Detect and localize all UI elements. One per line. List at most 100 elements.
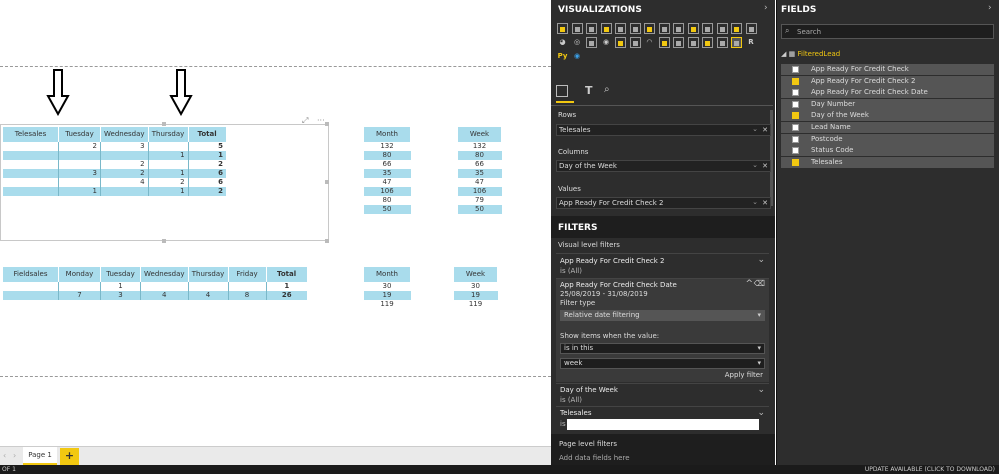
dropdown-icon[interactable]: ⌄ bbox=[752, 160, 758, 170]
field-checkbox[interactable] bbox=[792, 112, 799, 120]
map-icon[interactable]: ◉ bbox=[601, 37, 612, 48]
table-cell[interactable]: 1 bbox=[265, 282, 308, 291]
table-cell[interactable] bbox=[147, 142, 189, 151]
slicer-icon[interactable] bbox=[702, 37, 713, 48]
field-checkbox[interactable] bbox=[792, 158, 799, 166]
remove-field-icon[interactable]: ✕ bbox=[762, 198, 768, 208]
table-cell[interactable] bbox=[227, 282, 267, 291]
table-cell[interactable]: 50 bbox=[457, 205, 502, 214]
table-cell[interactable] bbox=[100, 151, 149, 160]
table-cell[interactable]: 66 bbox=[457, 160, 502, 169]
dropdown-icon[interactable]: ⌄ bbox=[752, 124, 758, 134]
filter-card-telesales[interactable]: Telesales is ⌄ bbox=[556, 406, 769, 430]
expand-chevron-icon[interactable]: ⌄ bbox=[757, 408, 765, 418]
field-item[interactable]: Telesales bbox=[781, 156, 994, 168]
table-visual-icon[interactable] bbox=[716, 37, 728, 48]
table-cell[interactable] bbox=[2, 142, 59, 151]
table-cell[interactable]: 2 bbox=[147, 178, 189, 187]
line-clustered-chart-icon[interactable] bbox=[702, 23, 713, 34]
table-cell[interactable]: 3 bbox=[58, 169, 101, 178]
week-header[interactable]: Week bbox=[457, 127, 502, 142]
stacked-area-chart-icon[interactable] bbox=[673, 23, 684, 34]
matrix-header-cell[interactable]: Friday bbox=[227, 267, 267, 282]
filled-map-icon[interactable] bbox=[615, 37, 626, 48]
globe-icon[interactable]: ◉ bbox=[572, 51, 583, 62]
collapse-chevron-icon[interactable]: ^ bbox=[745, 279, 753, 289]
donut-chart-icon[interactable]: ◎ bbox=[572, 37, 583, 48]
stacked-bar-chart-icon[interactable] bbox=[557, 23, 568, 34]
focus-mode-icon[interactable]: ⤢ bbox=[302, 116, 308, 126]
clear-filter-icon[interactable]: ⌫ bbox=[754, 279, 765, 288]
table-cell[interactable]: 1 bbox=[100, 282, 141, 291]
area-chart-icon[interactable] bbox=[658, 23, 670, 34]
gauge-icon[interactable]: ◠ bbox=[644, 37, 655, 48]
relative-unit-select[interactable]: week ▾ bbox=[560, 358, 765, 369]
format-paint-roller-icon[interactable]: T bbox=[585, 84, 593, 97]
table-cell[interactable]: 47 bbox=[457, 178, 502, 187]
resize-handle-top-right[interactable] bbox=[325, 122, 329, 126]
month-header[interactable]: Month bbox=[363, 127, 411, 142]
tab-page-1[interactable]: Page 1 bbox=[23, 447, 57, 465]
table-cell[interactable] bbox=[140, 282, 189, 291]
table-cell[interactable]: 26 bbox=[265, 291, 308, 300]
table-cell[interactable]: 2 bbox=[187, 187, 227, 196]
table-cell[interactable]: 4 bbox=[187, 291, 229, 300]
pie-chart-icon[interactable]: ◕ bbox=[557, 37, 568, 48]
week-header[interactable]: Week bbox=[453, 267, 498, 282]
table-cell[interactable]: 1 bbox=[187, 151, 227, 160]
field-checkbox[interactable] bbox=[792, 124, 799, 131]
python-visual-icon[interactable]: Py bbox=[557, 51, 568, 62]
table-cell[interactable]: 119 bbox=[363, 300, 411, 309]
clustered-bar-chart-icon[interactable] bbox=[586, 23, 597, 34]
table-cell[interactable]: 3 bbox=[100, 142, 149, 151]
table-cell[interactable]: 1 bbox=[58, 187, 101, 196]
apply-filter-button[interactable]: Apply filter bbox=[725, 371, 763, 379]
table-cell[interactable] bbox=[2, 160, 59, 169]
matrix-header-cell[interactable]: Tuesday bbox=[100, 267, 141, 282]
table-cell[interactable] bbox=[58, 178, 101, 187]
table-cell[interactable]: 106 bbox=[457, 187, 502, 196]
table-cell[interactable]: 6 bbox=[187, 169, 227, 178]
table-cell[interactable]: 66 bbox=[363, 160, 411, 169]
matrix-header-cell[interactable]: Total bbox=[187, 127, 227, 142]
line-chart-icon[interactable] bbox=[644, 23, 655, 34]
update-available-link[interactable]: UPDATE AVAILABLE (CLICK TO DOWNLOAD) bbox=[865, 465, 995, 474]
add-data-fields-dropzone[interactable]: Add data fields here bbox=[559, 454, 630, 462]
matrix-header-cell[interactable]: Total bbox=[265, 267, 308, 282]
table-cell[interactable]: 79 bbox=[457, 196, 502, 205]
table-cell[interactable]: 47 bbox=[363, 178, 411, 187]
remove-field-icon[interactable]: ✕ bbox=[762, 125, 768, 135]
table-cell[interactable]: 6 bbox=[187, 178, 227, 187]
100-column-chart-icon[interactable] bbox=[629, 23, 641, 34]
table-cell[interactable] bbox=[58, 282, 101, 291]
table-cell[interactable]: 2 bbox=[187, 160, 227, 169]
table-cell[interactable] bbox=[58, 151, 101, 160]
remove-field-icon[interactable]: ✕ bbox=[762, 161, 768, 171]
matrix-header-cell[interactable]: Wednesday bbox=[140, 267, 189, 282]
table-cell[interactable]: 7 bbox=[58, 291, 101, 300]
tab-scroll-left-icon[interactable]: ‹ bbox=[3, 451, 6, 460]
table-cell[interactable] bbox=[100, 187, 149, 196]
table-cell[interactable]: 1 bbox=[147, 187, 189, 196]
field-item[interactable]: Status Code bbox=[781, 145, 994, 157]
table-cell[interactable]: 2 bbox=[58, 142, 101, 151]
columns-well[interactable]: Day of the Week ⌄ ✕ bbox=[556, 160, 771, 172]
collapse-visualizations-icon[interactable]: › bbox=[764, 3, 768, 13]
table-cell[interactable]: 2 bbox=[100, 160, 149, 169]
field-checkbox[interactable] bbox=[792, 135, 799, 143]
table-cell[interactable]: 132 bbox=[363, 142, 411, 151]
fields-search-input[interactable]: ⌕ Search bbox=[781, 24, 994, 39]
table-cell[interactable]: 80 bbox=[363, 151, 411, 160]
field-checkbox[interactable] bbox=[792, 66, 799, 73]
table-cell[interactable]: 119 bbox=[453, 300, 498, 309]
matrix-header-cell[interactable]: Fieldsales bbox=[2, 267, 59, 282]
table-cell[interactable]: 132 bbox=[457, 142, 502, 151]
table-cell[interactable]: 106 bbox=[363, 187, 411, 196]
table-cell[interactable]: 80 bbox=[457, 151, 502, 160]
add-page-button[interactable]: + bbox=[60, 448, 79, 465]
resize-handle-top[interactable] bbox=[162, 122, 166, 126]
field-checkbox[interactable] bbox=[792, 89, 799, 97]
field-item[interactable]: Day of the Week bbox=[781, 110, 994, 122]
table-cell[interactable]: 19 bbox=[363, 291, 411, 300]
line-column-chart-icon[interactable] bbox=[687, 23, 699, 34]
